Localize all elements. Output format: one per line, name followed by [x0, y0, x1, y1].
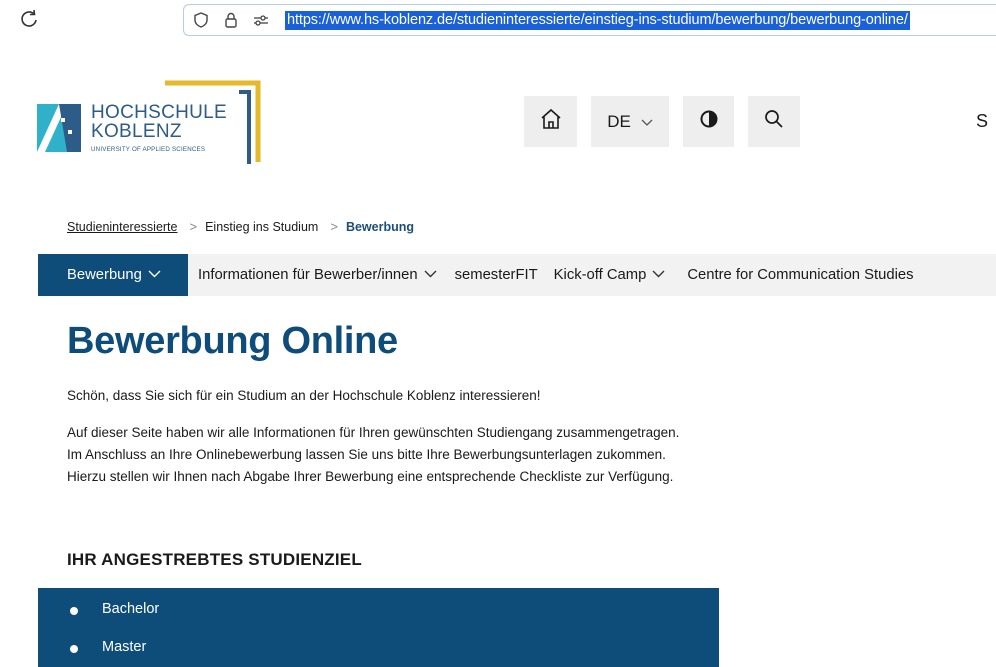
logo-mark-icon: [37, 104, 81, 152]
breadcrumb-separator: >: [189, 219, 198, 234]
breadcrumb-link-einstieg[interactable]: Einstieg ins Studium: [205, 220, 318, 234]
subnav-item-label: Centre for Communication Studies: [687, 267, 914, 283]
info-paragraph: Auf dieser Seite haben wir alle Informat…: [67, 422, 679, 488]
chevron-down-icon: [652, 269, 665, 281]
language-selector[interactable]: DE: [591, 96, 669, 147]
logo-text-line3: UNIVERSITY OF APPLIED SCIENCES: [91, 146, 206, 153]
study-goal-list: Bachelor Master: [38, 588, 719, 667]
subnav-item-centre-communication[interactable]: Centre for Communication Studies: [671, 254, 919, 296]
reload-icon[interactable]: [18, 8, 40, 30]
chevron-down-icon: [641, 112, 653, 132]
subnav-item-kickoff-camp[interactable]: Kick-off Camp: [544, 254, 672, 296]
bullet-icon: [70, 645, 78, 653]
study-goal-bachelor[interactable]: Bachelor: [38, 601, 719, 625]
language-label: DE: [607, 111, 631, 131]
breadcrumb: Studieninteressierte > Einstieg ins Stud…: [67, 219, 414, 234]
contrast-icon: [699, 109, 719, 134]
search-button[interactable]: [748, 96, 800, 147]
header-cutoff-text[interactable]: S: [976, 111, 988, 132]
subnav-item-label: Informationen für Bewerber/innen: [198, 267, 418, 283]
breadcrumb-current: Bewerbung: [345, 219, 414, 234]
subnav-item-label: Kick-off Camp: [553, 267, 647, 283]
chevron-down-icon: [148, 269, 161, 281]
logo-text-line1: HOCHSCHULE: [91, 102, 228, 123]
info-paragraph-line: Auf dieser Seite haben wir alle Informat…: [67, 425, 680, 440]
shield-icon[interactable]: [192, 11, 210, 29]
browser-toolbar: https://www.hs-koblenz.de/studieninteres…: [0, 0, 996, 44]
url-text[interactable]: https://www.hs-koblenz.de/studieninteres…: [285, 11, 910, 30]
subnav-item-label: semesterFIT: [454, 267, 538, 283]
breadcrumb-separator: >: [330, 219, 338, 234]
address-bar[interactable]: https://www.hs-koblenz.de/studieninteres…: [183, 4, 996, 36]
subnav-item-bewerbung[interactable]: Bewerbung: [38, 254, 188, 296]
subnav-item-label: Bewerbung: [67, 267, 142, 283]
info-paragraph-line: Im Anschluss an Ihre Onlinebewerbung las…: [67, 447, 666, 462]
breadcrumb-link-studieninteressierte[interactable]: Studieninteressierte: [67, 220, 177, 234]
study-goal-label: Master: [102, 639, 147, 655]
section-navigation: Bewerbung Informationen für Bewerber/inn…: [38, 254, 996, 296]
study-goal-label: Bachelor: [102, 601, 160, 617]
permissions-icon[interactable]: [252, 11, 270, 29]
study-goal-master[interactable]: Master: [38, 625, 719, 663]
university-logo[interactable]: HOCHSCHULE KOBLENZ UNIVERSITY OF APPLIED…: [37, 80, 267, 164]
subnav-item-semesterfit[interactable]: semesterFIT: [443, 254, 544, 296]
subnav-item-informationen[interactable]: Informationen für Bewerber/innen: [188, 254, 443, 296]
bullet-icon: [70, 607, 78, 615]
intro-text: Schön, dass Sie sich für ein Studium an …: [67, 388, 541, 403]
contrast-button[interactable]: [683, 96, 734, 147]
section-heading: IHR ANGESTREBTES STUDIENZIEL: [67, 550, 362, 569]
info-paragraph-line: Hierzu stellen wir Ihnen nach Abgabe Ihr…: [67, 469, 674, 484]
home-icon: [539, 107, 563, 136]
page-title: Bewerbung Online: [67, 320, 398, 362]
lock-icon[interactable]: [222, 11, 240, 29]
home-button[interactable]: [524, 96, 577, 147]
logo-text-line2: KOBLENZ: [91, 121, 182, 142]
search-icon: [764, 109, 784, 134]
chevron-down-icon: [424, 269, 437, 281]
